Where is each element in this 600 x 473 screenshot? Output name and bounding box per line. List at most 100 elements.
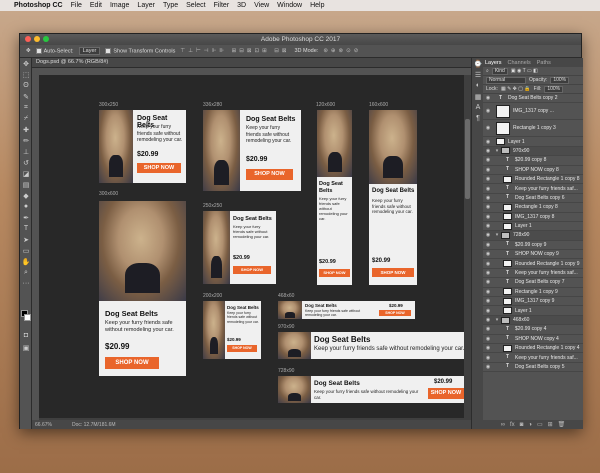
- zoom-level[interactable]: 66.67%: [35, 422, 52, 428]
- layer-row[interactable]: ◉ T Keep your furry friends saf...: [483, 184, 583, 194]
- layer-row[interactable]: ◉ T Dog Seat Belts copy 2: [483, 94, 583, 104]
- lock-icons[interactable]: ▦ ✎ ✥ ▢ 🔒: [501, 86, 531, 92]
- visibility-eye-icon[interactable]: ◉: [483, 326, 493, 332]
- show-transform-checkbox[interactable]: [105, 47, 112, 54]
- app-menu[interactable]: Photoshop CC: [14, 2, 63, 9]
- quick-select-icon[interactable]: ✎: [20, 91, 32, 102]
- layer-row[interactable]: ◉ T SHOP NOW copy 9: [483, 250, 583, 260]
- marquee-icon[interactable]: ⬚: [20, 69, 32, 80]
- fx-icon[interactable]: fx: [510, 422, 515, 428]
- menu-window[interactable]: Window: [277, 2, 302, 9]
- healing-brush-icon[interactable]: ✚: [20, 124, 32, 135]
- document-tab[interactable]: Dogs.psd @ 66.7% (RGB/8#): [32, 58, 471, 68]
- crop-icon[interactable]: ⌗: [20, 102, 32, 113]
- layer-row[interactable]: ◉ T Keep your furry friends saf...: [483, 353, 583, 363]
- visibility-eye-icon[interactable]: ◉: [483, 195, 493, 201]
- layer-row[interactable]: ◉ IMG_1317 copy 8: [483, 213, 583, 222]
- vertical-scrollbar[interactable]: [464, 75, 471, 420]
- layer-select-dropdown[interactable]: Layer: [78, 47, 101, 55]
- visibility-eye-icon[interactable]: ◉: [483, 139, 493, 145]
- layer-row[interactable]: ◉ T $20.99 copy 4: [483, 325, 583, 335]
- zoom-icon[interactable]: ⌕: [20, 267, 32, 278]
- visibility-eye-icon[interactable]: ◉: [483, 214, 493, 220]
- layer-row[interactable]: ◉ T SHOP NOW copy 8: [483, 166, 583, 175]
- eraser-icon[interactable]: ◪: [20, 168, 32, 179]
- visibility-eye-icon[interactable]: ◉: [483, 308, 493, 314]
- visibility-eye-icon[interactable]: ◉: [483, 251, 493, 257]
- visibility-eye-icon[interactable]: ◉: [483, 279, 493, 285]
- visibility-eye-icon[interactable]: ◉: [483, 261, 493, 267]
- visibility-eye-icon[interactable]: ◉: [483, 232, 493, 238]
- layer-row[interactable]: ◉ Layer 1: [483, 222, 583, 232]
- menu-edit[interactable]: Edit: [90, 2, 102, 9]
- visibility-eye-icon[interactable]: ◉: [483, 157, 493, 163]
- tab-channels[interactable]: Channels: [508, 60, 531, 66]
- menu-filter[interactable]: Filter: [214, 2, 230, 9]
- visibility-eye-icon[interactable]: ◉: [483, 176, 493, 182]
- layer-row[interactable]: ◉ IMG_1317 copy 9: [483, 297, 583, 307]
- menu-select[interactable]: Select: [186, 2, 205, 9]
- visibility-eye-icon[interactable]: ◉: [483, 298, 493, 304]
- visibility-eye-icon[interactable]: ◉: [483, 125, 493, 131]
- path-select-icon[interactable]: ➤: [20, 234, 32, 245]
- layer-row[interactable]: ◉ Rectangle 1 copy 9: [483, 288, 583, 298]
- show-transform-wrap[interactable]: Show Transform Controls: [105, 47, 175, 54]
- 3d-tools-icon[interactable]: ⊛⊕⊗⊙⊘: [323, 48, 361, 54]
- filter-kind-dropdown[interactable]: Kind: [491, 67, 508, 75]
- layer-row[interactable]: ◉ T Dog Seat Belts copy 7: [483, 278, 583, 288]
- visibility-eye-icon[interactable]: ◉: [483, 242, 493, 248]
- layer-row[interactable]: ◉ T SHOP NOW copy 4: [483, 335, 583, 344]
- new-group-icon[interactable]: ▭: [537, 421, 543, 428]
- group-disclosure-icon[interactable]: ▾: [493, 317, 501, 323]
- fill-field[interactable]: 100%: [544, 85, 564, 93]
- menu-layer[interactable]: Layer: [137, 2, 155, 9]
- minimize-window-button[interactable]: [34, 36, 40, 42]
- menu-3d[interactable]: 3D: [237, 2, 246, 9]
- align-tools-icon[interactable]: ⊤⊥⊢⊣⊩⊪ ⊞⊟⊠⊡⊞ ⊟⊠: [180, 48, 289, 54]
- visibility-eye-icon[interactable]: ◉: [483, 289, 493, 295]
- dodge-icon[interactable]: ●: [20, 201, 32, 212]
- layer-row[interactable]: ◉ Rounded Rectangle 1 copy 8: [483, 175, 583, 185]
- layer-row[interactable]: ◉ Layer 1: [483, 306, 583, 316]
- layer-group-row[interactable]: ◉ ▾ 468x60: [483, 315, 583, 326]
- visibility-eye-icon[interactable]: ◉: [483, 95, 493, 101]
- visibility-eye-icon[interactable]: ◉: [483, 317, 493, 323]
- visibility-eye-icon[interactable]: ◉: [483, 364, 493, 370]
- visibility-eye-icon[interactable]: ◉: [483, 167, 493, 173]
- move-icon[interactable]: ✥: [20, 58, 32, 69]
- tab-layers[interactable]: Layers: [485, 60, 502, 66]
- menu-type[interactable]: Type: [163, 2, 178, 9]
- background-color-swatch[interactable]: [24, 314, 31, 321]
- layer-group-row[interactable]: ◉ ▾ 970x90: [483, 146, 583, 157]
- visibility-eye-icon[interactable]: ◉: [483, 204, 493, 210]
- layer-group-row[interactable]: ◉ ▾ 728x90: [483, 231, 583, 241]
- link-layers-icon[interactable]: ∞: [501, 422, 505, 428]
- layer-row[interactable]: ◉ T Dog Seat Belts copy 5: [483, 363, 583, 373]
- layer-row[interactable]: ◉ Rounded Rectangle 1 copy 9: [483, 259, 583, 269]
- new-layer-icon[interactable]: ⊞: [548, 421, 553, 428]
- layer-row[interactable]: ◉ T Dog Seat Belts copy 6: [483, 194, 583, 204]
- visibility-eye-icon[interactable]: ◉: [483, 223, 493, 229]
- eyedropper-icon[interactable]: ⌿: [20, 113, 32, 124]
- visibility-eye-icon[interactable]: ◉: [483, 270, 493, 276]
- hand-icon[interactable]: ✋: [20, 256, 32, 267]
- trash-icon[interactable]: 🗑: [558, 421, 566, 428]
- menu-file[interactable]: File: [71, 2, 82, 9]
- group-disclosure-icon[interactable]: ▾: [493, 148, 501, 154]
- visibility-eye-icon[interactable]: ◉: [483, 355, 493, 361]
- auto-select-checkbox[interactable]: [35, 47, 42, 54]
- layer-row[interactable]: ◉ Rectangle 1 copy 3: [483, 120, 583, 138]
- layer-row[interactable]: ◉ IMG_1317 copy ...: [483, 103, 583, 121]
- layer-row[interactable]: ◉ T $20.99 copy 8: [483, 156, 583, 166]
- type-icon[interactable]: T: [20, 223, 32, 234]
- doc-info[interactable]: Doc: 12.7M/181.6M: [72, 422, 116, 428]
- clone-stamp-icon[interactable]: ⊥: [20, 146, 32, 157]
- tab-paths[interactable]: Paths: [537, 60, 551, 66]
- layer-row[interactable]: ◉ T Keep your furry friends saf...: [483, 269, 583, 279]
- layer-row[interactable]: ◉ T $20.99 copy 9: [483, 241, 583, 251]
- blur-icon[interactable]: ◆: [20, 190, 32, 201]
- add-mask-icon[interactable]: ◙: [520, 422, 524, 428]
- visibility-eye-icon[interactable]: ◉: [483, 148, 493, 154]
- quick-mask-icon[interactable]: ◘: [20, 330, 32, 341]
- menu-image[interactable]: Image: [110, 2, 129, 9]
